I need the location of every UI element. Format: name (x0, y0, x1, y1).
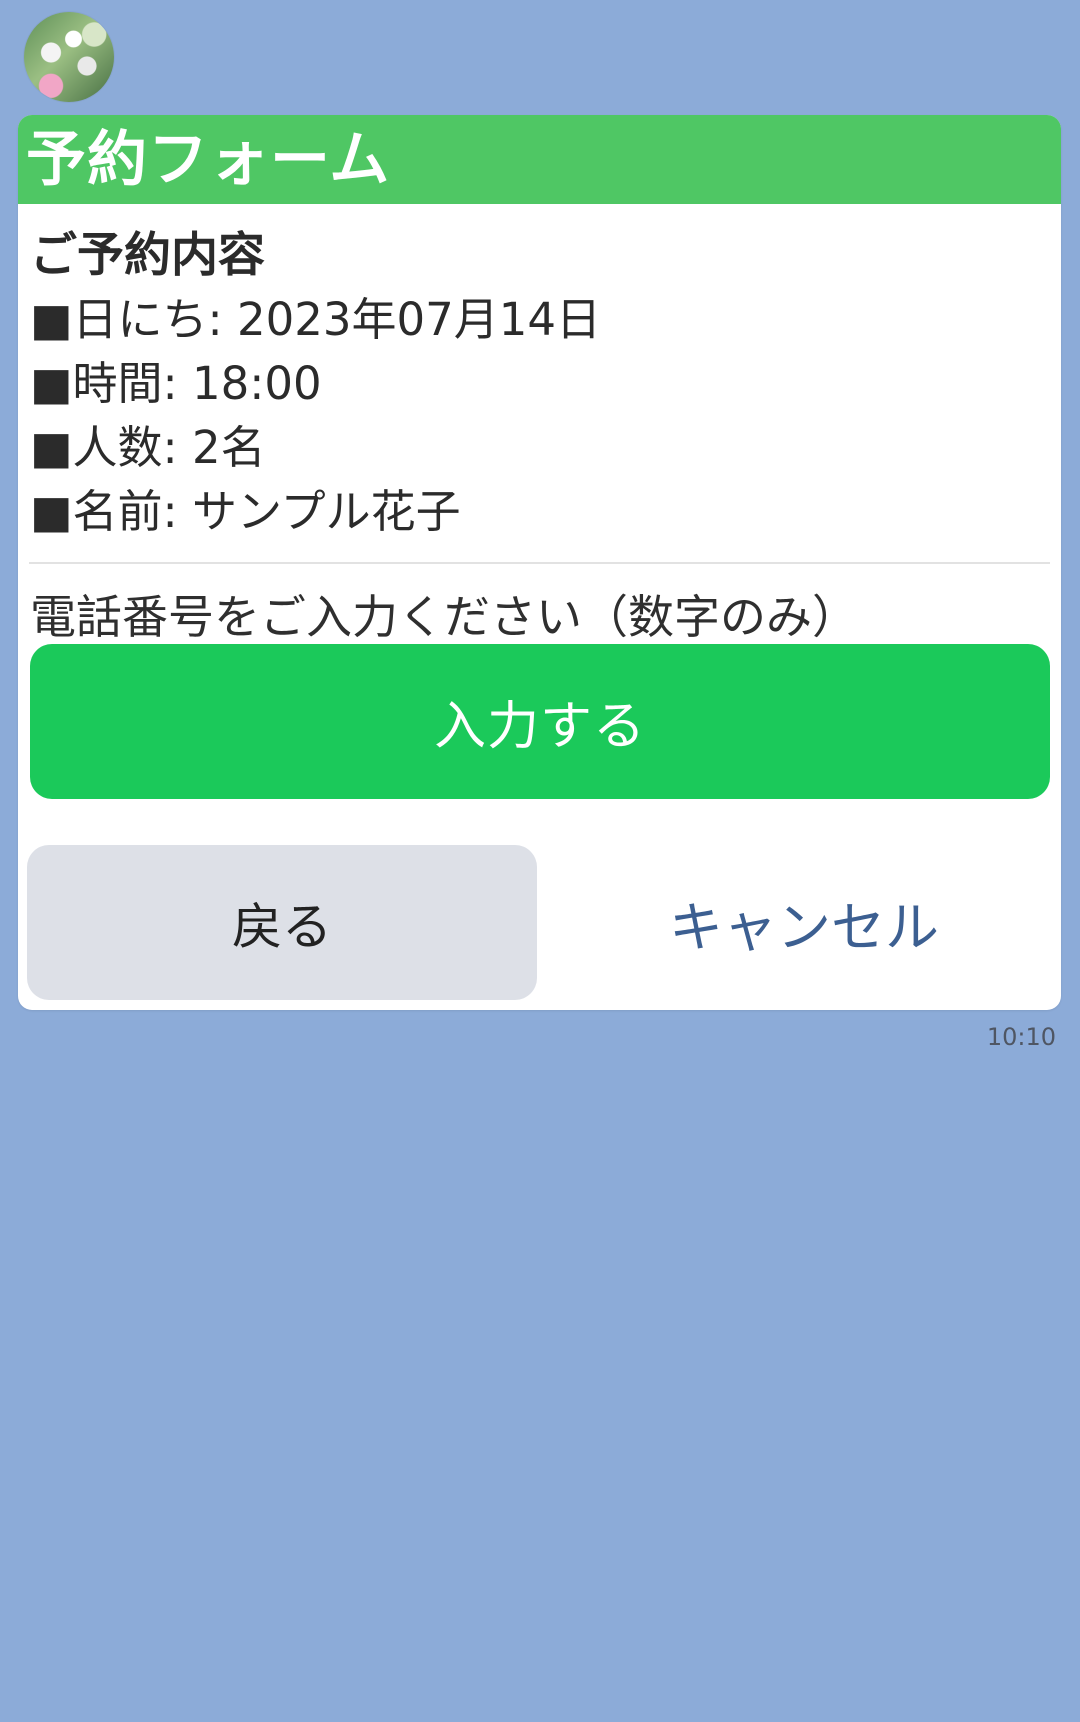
avatar[interactable] (24, 12, 114, 102)
enter-button[interactable]: 入力する (30, 644, 1050, 799)
detail-date: ■日にち: 2023年07月14日 (30, 293, 602, 346)
card-title: 予約フォーム (26, 124, 391, 195)
detail-name: ■名前: サンプル花子 (30, 485, 461, 538)
message-time: 10:10 (986, 1023, 1056, 1051)
reservation-details: ご予約内容 ■日にち: 2023年07月14日 ■時間: 18:00 ■人数: … (18, 204, 1061, 544)
detail-party-size: ■人数: 2名 (30, 421, 266, 474)
cancel-button[interactable]: キャンセル (554, 845, 1054, 1000)
section-title: ご予約内容 (30, 228, 265, 283)
phone-prompt: 電話番号をご入力ください（数字のみ） (30, 590, 858, 644)
detail-time: ■時間: 18:00 (30, 357, 322, 410)
card-header: 予約フォーム (18, 115, 1061, 204)
back-button[interactable]: 戻る (27, 845, 537, 1000)
reservation-card: 予約フォーム ご予約内容 ■日にち: 2023年07月14日 ■時間: 18:0… (18, 115, 1061, 1010)
divider (29, 562, 1050, 564)
